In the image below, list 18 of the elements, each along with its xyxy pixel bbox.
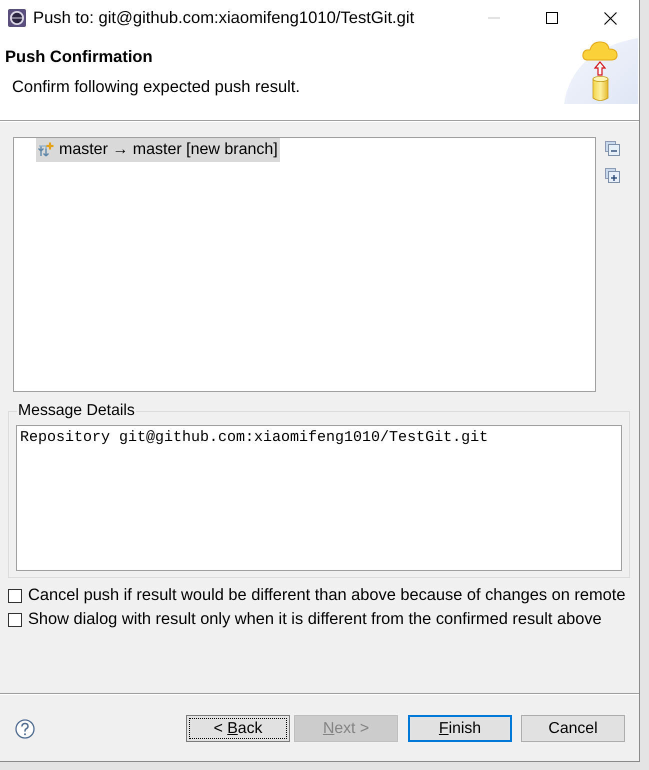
page-description: Confirm following expected push result. [11, 78, 300, 97]
collapse-all-icon[interactable] [605, 141, 620, 156]
help-icon[interactable] [15, 719, 35, 739]
expand-all-icon[interactable] [605, 168, 620, 183]
window-title: Push to: git@github.com:xiaomifeng1010/TestGit.git [33, 8, 416, 28]
checkbox-label[interactable]: Show dialog with result only when it is different from the confirmed result above [28, 610, 602, 629]
dialog-button[interactable]: < Back [186, 715, 290, 742]
page-title: Push Confirmation [5, 48, 153, 67]
branch-plus-icon [37, 142, 55, 158]
dialog-button[interactable]: Cancel [521, 715, 625, 742]
gear-icon [8, 9, 26, 27]
checkbox-label[interactable]: Cancel push if result would be different than above because of changes on remote [28, 586, 626, 605]
group-label: Message Details [17, 402, 136, 420]
checkbox[interactable] [8, 612, 22, 626]
dialog-button[interactable]: Finish [408, 715, 512, 742]
tree-item[interactable]: master → master [new branch] [36, 138, 280, 162]
checkbox[interactable] [8, 588, 22, 602]
message-text-area[interactable]: Repository git@github.com:xiaomifeng1010/TestGit.git [16, 425, 622, 571]
